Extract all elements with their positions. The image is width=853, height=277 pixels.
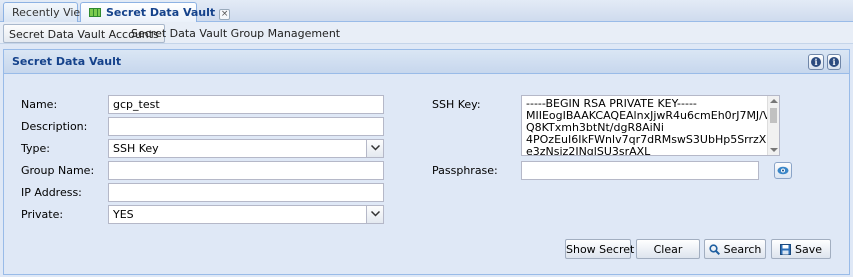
- search-label: Search: [723, 243, 762, 256]
- scroll-down-icon[interactable]: [770, 148, 778, 152]
- clear-button[interactable]: Clear: [636, 239, 700, 259]
- ssh-key-label: SSH Key:: [432, 98, 481, 111]
- sub-tab-bar: Secret Data Vault Accounts Secret Data V…: [0, 22, 853, 44]
- search-button[interactable]: Search: [704, 239, 766, 259]
- passphrase-input[interactable]: [521, 161, 759, 180]
- ssh-key-scrollbar[interactable]: [767, 96, 779, 155]
- info-button[interactable]: i: [808, 54, 824, 70]
- scroll-up-icon[interactable]: [770, 99, 778, 103]
- tab-secret-data-vault[interactable]: Secret Data Vault ×: [80, 2, 231, 23]
- eye-icon: [777, 166, 789, 175]
- show-secret-button[interactable]: Show Secret: [565, 239, 635, 259]
- search-icon: [708, 244, 720, 256]
- passphrase-label: Passphrase:: [432, 164, 498, 177]
- grid-icon: [89, 8, 101, 17]
- private-select[interactable]: YES: [108, 205, 384, 224]
- subtab-label: Secret Data Vault Group Management: [131, 27, 341, 40]
- subtab-group-management[interactable]: Secret Data Vault Group Management: [126, 24, 345, 43]
- info-icon: i: [811, 57, 821, 67]
- ip-address-label: IP Address:: [21, 186, 82, 199]
- ssh-key-textarea[interactable]: -----BEGIN RSA PRIVATE KEY----- MIIEogIB…: [521, 95, 780, 156]
- type-select-value: SSH Key: [113, 142, 159, 155]
- chevron-down-icon[interactable]: [366, 140, 383, 157]
- ip-address-input[interactable]: [108, 183, 384, 202]
- save-button[interactable]: Save: [771, 239, 831, 259]
- close-icon[interactable]: ×: [219, 9, 231, 20]
- group-name-label: Group Name:: [21, 164, 95, 177]
- panel-title: Secret Data Vault: [12, 55, 122, 68]
- clear-label: Clear: [653, 243, 683, 256]
- info-icon: i: [829, 57, 839, 67]
- description-input[interactable]: [108, 117, 384, 136]
- description-label: Description:: [21, 120, 88, 133]
- show-secret-label: Show Secret: [566, 243, 635, 256]
- save-label: Save: [794, 243, 822, 256]
- chevron-down-icon[interactable]: [366, 206, 383, 223]
- secret-data-vault-panel: Secret Data Vault i i Name: gcp_test Des…: [3, 49, 850, 275]
- private-label: Private:: [21, 208, 64, 221]
- floppy-icon: [779, 244, 791, 255]
- tab-label: Secret Data Vault: [106, 6, 216, 19]
- tab-label: Recently View: [12, 6, 90, 19]
- panel-header: Secret Data Vault i i: [4, 50, 849, 74]
- tab-recently-view[interactable]: Recently View: [3, 2, 89, 22]
- name-input[interactable]: gcp_test: [108, 95, 384, 114]
- show-passphrase-button[interactable]: [774, 162, 792, 179]
- ssh-key-line: e3zNsjz2INglSU3srAXL: [526, 145, 651, 156]
- main-tab-bar: Recently View Secret Data Vault ×: [0, 0, 853, 23]
- private-select-value: YES: [113, 208, 134, 221]
- panel-tool-button[interactable]: i: [827, 54, 841, 70]
- type-label: Type:: [21, 142, 50, 155]
- name-label: Name:: [21, 98, 58, 111]
- scroll-thumb[interactable]: [770, 108, 777, 123]
- group-name-input[interactable]: [108, 161, 384, 180]
- type-select[interactable]: SSH Key: [108, 139, 384, 158]
